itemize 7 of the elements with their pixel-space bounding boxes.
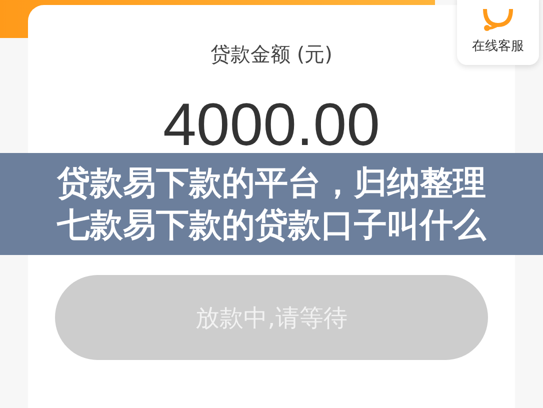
support-widget[interactable]: 在线客服 [457, 0, 539, 65]
banner-title: 七款易下款的贷款口子叫什么 [57, 204, 486, 246]
headset-icon [481, 9, 515, 31]
support-label: 在线客服 [472, 38, 524, 55]
loan-amount: 4000.00 [163, 90, 380, 159]
banner-title: 贷款易下款的平台，归纳整理 [57, 162, 486, 204]
loan-amount-label: 贷款金额 (元) [210, 41, 332, 68]
